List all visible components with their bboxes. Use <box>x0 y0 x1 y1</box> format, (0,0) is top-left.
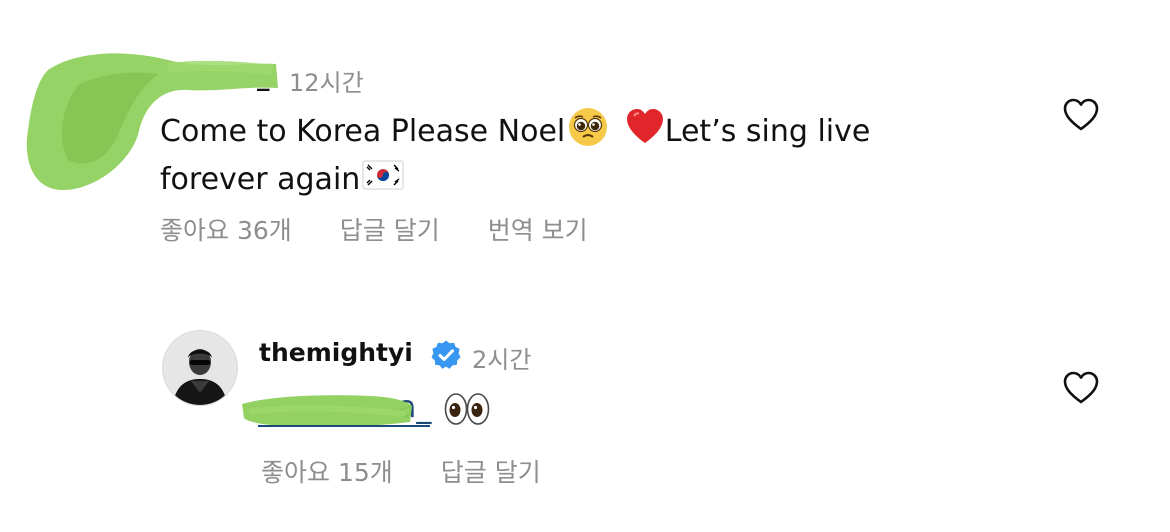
reply-item: themightyi 2시간 a_ 좋아요 15개 답글 달기 <box>0 320 1170 520</box>
comment-item: _ 12시간 Come to Korea Please Noel Let’s s… <box>0 0 1170 280</box>
comment-text: Come to Korea Please Noel Let’s sing liv… <box>160 106 1020 201</box>
comment-text-continued: Let’s sing live <box>664 114 871 149</box>
red-heart-icon <box>625 107 665 158</box>
like-heart-icon[interactable] <box>1062 97 1100 133</box>
avatar[interactable] <box>162 330 238 406</box>
likes-count[interactable]: 좋아요 36개 <box>160 211 292 247</box>
translate-button[interactable]: 번역 보기 <box>488 211 588 247</box>
comment-actions: 좋아요 36개 답글 달기 번역 보기 <box>160 211 588 247</box>
mention-underline <box>258 425 430 427</box>
timestamp: 2시간 <box>472 346 532 374</box>
comment-text-line2: forever again <box>160 162 361 197</box>
username[interactable]: themightyi <box>259 338 413 367</box>
comment-text-main: Come to Korea Please Noel <box>160 114 566 149</box>
likes-count[interactable]: 좋아요 15개 <box>261 453 393 489</box>
comment-thread: _ 12시간 Come to Korea Please Noel Let’s s… <box>0 0 1170 532</box>
eyes-emoji-icon <box>443 391 491 431</box>
pleading-face-icon <box>567 106 609 159</box>
username-suffix[interactable]: _ <box>257 62 270 91</box>
reply-button[interactable]: 답글 달기 <box>441 453 541 489</box>
reply-actions: 좋아요 15개 답글 달기 <box>261 453 541 489</box>
south-korea-flag-icon <box>362 160 404 201</box>
like-heart-icon[interactable] <box>1062 370 1100 406</box>
timestamp: 12시간 <box>289 69 364 97</box>
reply-button[interactable]: 답글 달기 <box>340 211 440 247</box>
verified-badge-icon <box>431 340 461 369</box>
